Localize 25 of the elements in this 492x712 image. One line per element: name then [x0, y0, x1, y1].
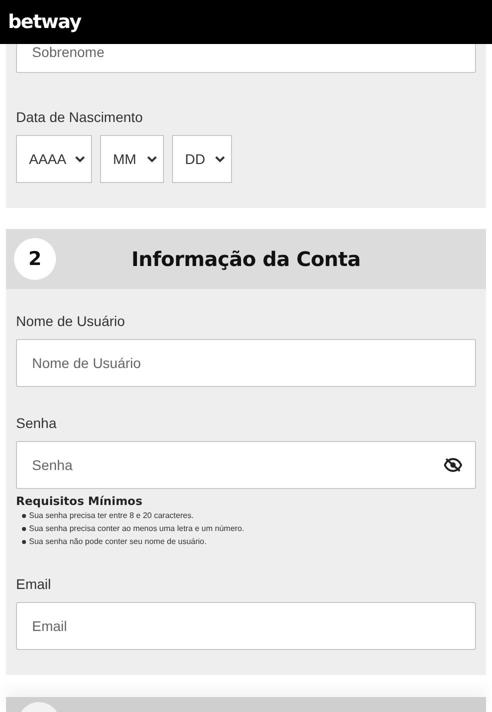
section-title: Informação da Conta: [130, 247, 362, 271]
bullet-icon: [22, 540, 26, 544]
requirement-text: Sua senha não pode conter seu nome de usuário.: [29, 537, 206, 546]
eye-off-icon[interactable]: [444, 458, 462, 472]
field-label: Nome de Usuário: [16, 313, 126, 329]
surname-field[interactable]: Sobrenome: [16, 44, 476, 73]
date-select[interactable]: AAAA: [16, 135, 92, 183]
bullet-icon: [22, 514, 26, 518]
date-select[interactable]: MM: [100, 135, 164, 183]
step-number: 2: [14, 238, 56, 280]
field-label: Data de Nascimento: [16, 109, 144, 125]
username-field[interactable]: Nome de Usuário: [16, 339, 476, 387]
email-field[interactable]: Email: [16, 602, 476, 650]
chevron-down-icon: [147, 156, 157, 162]
field-label: Email: [16, 576, 52, 592]
chevron-down-icon: [75, 156, 85, 162]
logo[interactable]: betway: [8, 11, 81, 33]
requirements-title: Requisitos Mínimos: [16, 494, 144, 508]
bullet-icon: [22, 526, 26, 530]
password-field[interactable]: Senha: [16, 441, 476, 489]
chevron-down-icon: [215, 156, 225, 162]
date-select[interactable]: DD: [172, 135, 232, 183]
requirement-text: Sua senha precisa conter ao menos uma letra e um número.: [29, 524, 244, 533]
requirement-text: Sua senha precisa ter entre 8 e 20 caracteres.: [29, 511, 194, 520]
field-label: Senha: [16, 415, 58, 431]
